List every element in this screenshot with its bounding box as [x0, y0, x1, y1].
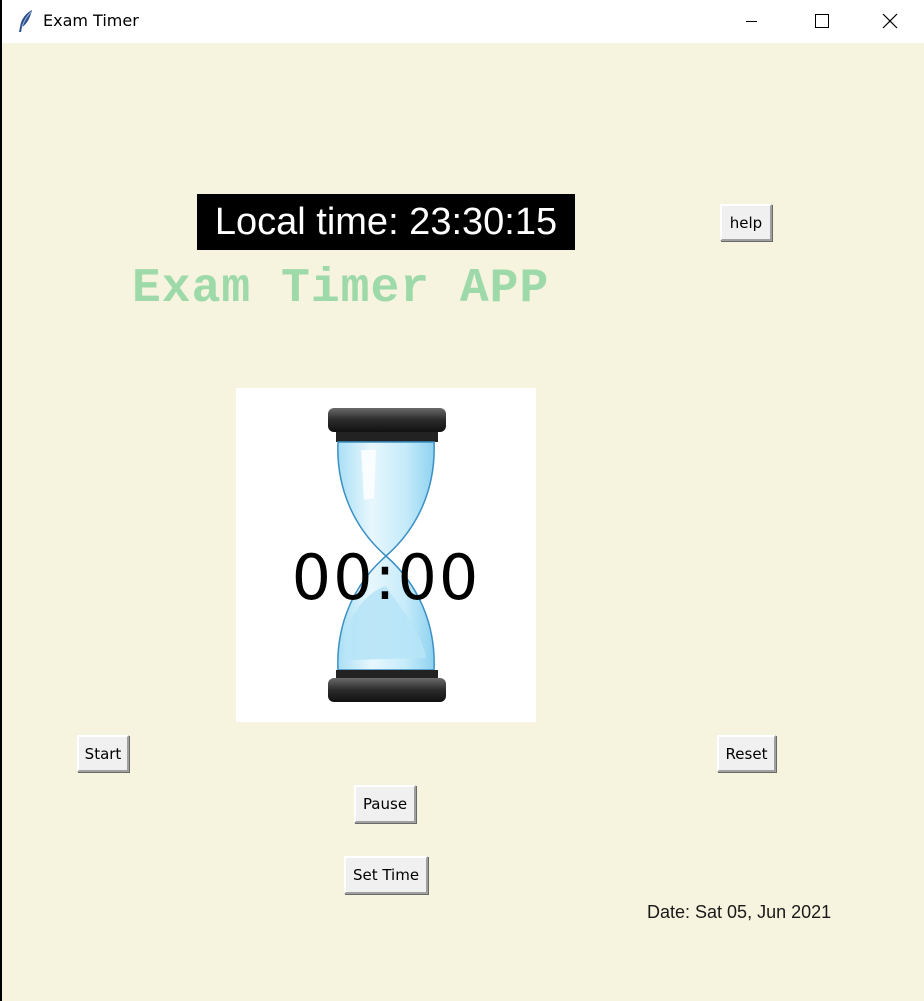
close-icon: [882, 13, 898, 29]
set-time-button[interactable]: Set Time: [344, 856, 428, 894]
pause-button[interactable]: Pause: [354, 785, 416, 823]
maximize-button[interactable]: [797, 0, 843, 43]
local-time-clock: Local time: 23:30:15: [197, 194, 575, 250]
app-title: Exam Timer APP: [132, 262, 550, 316]
maximize-icon: [815, 14, 829, 28]
feather-icon: [16, 9, 36, 33]
timer-display: 00:00: [291, 541, 481, 614]
help-button[interactable]: help: [720, 204, 772, 241]
title-bar[interactable]: Exam Timer: [2, 0, 924, 43]
reset-button[interactable]: Reset: [717, 735, 776, 772]
close-button[interactable]: [866, 0, 912, 43]
timer-panel: 00:00: [236, 388, 536, 722]
window-title: Exam Timer: [43, 11, 139, 30]
start-button[interactable]: Start: [77, 735, 129, 772]
date-label: Date: Sat 05, Jun 2021: [647, 902, 832, 922]
exam-timer-window: Exam Timer Local time: 23:30:15 help Exa…: [2, 0, 924, 1001]
minimize-icon: [746, 21, 757, 22]
minimize-button[interactable]: [728, 0, 774, 43]
